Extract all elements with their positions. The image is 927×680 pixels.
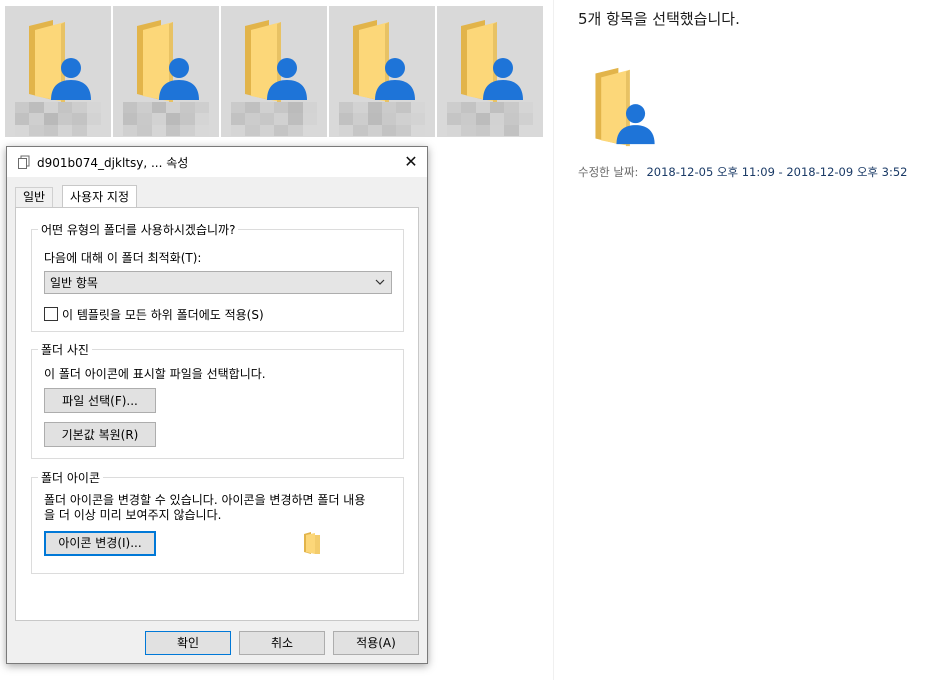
optimize-label: 다음에 대해 이 폴더 최적화(T): (44, 251, 202, 265)
apply-button[interactable]: 적용(A) (333, 631, 419, 655)
optimize-for-select[interactable]: 일반 항목 (44, 271, 392, 294)
tab-general[interactable]: 일반 (15, 187, 54, 207)
optimize-selected-value: 일반 항목 (50, 276, 98, 290)
folder-thumbnail[interactable] (5, 6, 111, 137)
choose-file-button[interactable]: 파일 선택(F)... (44, 388, 156, 413)
folder-thumbnail[interactable] (329, 6, 435, 137)
user-folder-icon (588, 64, 664, 148)
ok-button[interactable]: 확인 (145, 631, 231, 655)
user-folder-icon (241, 16, 313, 104)
blurred-folder-name (231, 102, 317, 136)
blurred-folder-name (447, 102, 533, 136)
user-folder-icon (133, 16, 205, 104)
modified-date-value: 2018-12-05 오후 11:09 - 2018-12-09 오후 3:52 (646, 165, 908, 179)
folder-icon-group: 폴더 아이콘 폴더 아이콘을 변경할 수 있습니다. 아이콘을 변경하면 폴더 … (31, 469, 404, 574)
modified-date-label: 수정한 날짜: (578, 165, 639, 179)
dialog-titlebar[interactable]: d901b074_djkltsy, ... 속성 ✕ (7, 147, 427, 177)
user-folder-icon (349, 16, 421, 104)
folder-type-group: 어떤 유형의 폴더를 사용하시겠습니까? 다음에 대해 이 폴더 최적화(T):… (31, 221, 404, 332)
folder-type-legend: 어떤 유형의 폴더를 사용하시겠습니까? (38, 221, 239, 238)
folder-picture-description: 이 폴더 아이콘에 표시할 파일을 선택합니다. (44, 367, 266, 381)
blurred-folder-name (339, 102, 425, 136)
change-icon-button[interactable]: 아이콘 변경(I)... (44, 531, 156, 556)
multiple-files-icon (18, 155, 30, 169)
apply-template-label[interactable]: 이 템플릿을 모든 하위 폴더에도 적용(S) (62, 306, 264, 323)
dialog-title: d901b074_djkltsy, ... 속성 (37, 156, 189, 170)
folder-icon-description-line2: 을 더 이상 미리 보여주지 않습니다. (44, 508, 222, 522)
folder-thumbnail[interactable] (221, 6, 327, 137)
folder-picture-legend: 폴더 사진 (38, 341, 92, 358)
pane-divider (553, 0, 554, 680)
close-button[interactable]: ✕ (395, 147, 427, 177)
chevron-down-icon (375, 279, 385, 285)
selected-folders-strip (5, 6, 545, 137)
folder-thumbnail[interactable] (113, 6, 219, 137)
blurred-folder-name (123, 102, 209, 136)
properties-dialog: d901b074_djkltsy, ... 속성 ✕ 일반 사용자 지정 어떤 … (6, 146, 428, 664)
folder-icon (304, 532, 320, 554)
folder-picture-group: 폴더 사진 이 폴더 아이콘에 표시할 파일을 선택합니다. 파일 선택(F).… (31, 341, 404, 459)
cancel-button[interactable]: 취소 (239, 631, 325, 655)
customize-tab-panel: 어떤 유형의 폴더를 사용하시겠습니까? 다음에 대해 이 폴더 최적화(T):… (15, 207, 419, 621)
apply-template-checkbox[interactable] (44, 307, 58, 321)
tab-customize[interactable]: 사용자 지정 (62, 185, 138, 208)
blurred-folder-name (15, 102, 101, 136)
folder-thumbnail[interactable] (437, 6, 543, 137)
folder-icon-legend: 폴더 아이콘 (38, 469, 104, 486)
user-folder-icon (25, 16, 97, 104)
restore-default-button[interactable]: 기본값 복원(R) (44, 422, 156, 447)
selection-summary: 5개 항목을 선택했습니다. (578, 10, 740, 28)
modified-date-row: 수정한 날짜: 2018-12-05 오후 11:09 - 2018-12-09 … (578, 164, 907, 180)
user-folder-icon (457, 16, 529, 104)
